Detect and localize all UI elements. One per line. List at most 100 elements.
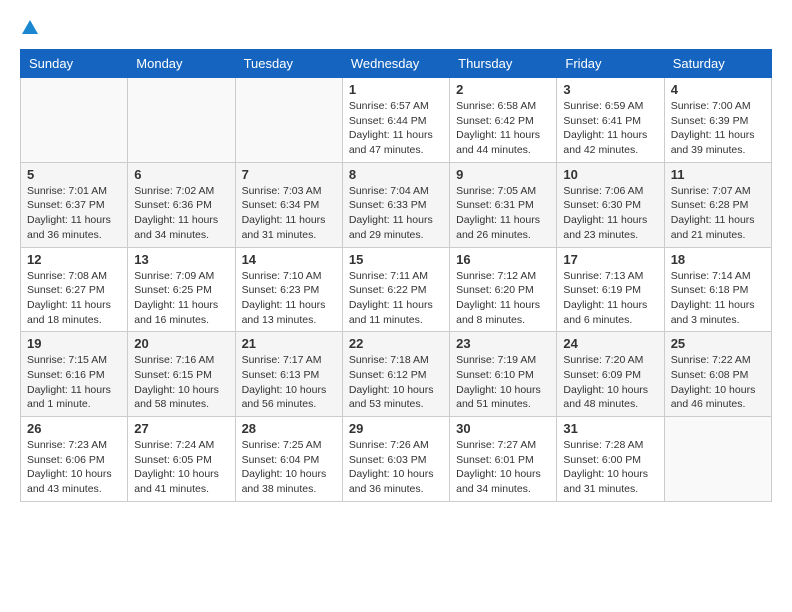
- day-number: 8: [349, 167, 443, 182]
- calendar-cell: 18 Sunrise: 7:14 AM Sunset: 6:18 PM Dayli…: [664, 247, 771, 332]
- calendar-cell: 4 Sunrise: 7:00 AM Sunset: 6:39 PM Daylig…: [664, 78, 771, 163]
- calendar-cell: 12Sunrise: 7:08 AM Sunset: 6:27 PM Dayli…: [21, 247, 128, 332]
- day-number: 7: [242, 167, 336, 182]
- day-info: Sunrise: 7:24 AM Sunset: 6:05 PM Dayligh…: [134, 438, 228, 497]
- calendar-cell: 25 Sunrise: 7:22 AM Sunset: 6:08 PM Dayli…: [664, 332, 771, 417]
- day-number: 1: [349, 82, 443, 97]
- calendar-cell: 29Sunrise: 7:26 AM Sunset: 6:03 PM Dayli…: [342, 417, 449, 502]
- day-info: Sunrise: 7:17 AM Sunset: 6:13 PM Dayligh…: [242, 353, 336, 412]
- day-info: Sunrise: 7:15 AM Sunset: 6:16 PM Dayligh…: [27, 353, 121, 412]
- day-number: 16: [456, 252, 550, 267]
- col-header-monday: Monday: [128, 50, 235, 78]
- day-number: 10: [563, 167, 657, 182]
- day-info: Sunrise: 7:10 AM Sunset: 6:23 PM Dayligh…: [242, 269, 336, 328]
- day-number: 23: [456, 336, 550, 351]
- day-info: Sunrise: 7:05 AM Sunset: 6:31 PM Dayligh…: [456, 184, 550, 243]
- calendar-week-2: 5 Sunrise: 7:01 AM Sunset: 6:37 PM Daylig…: [21, 162, 772, 247]
- calendar-cell: 15 Sunrise: 7:11 AM Sunset: 6:22 PM Dayli…: [342, 247, 449, 332]
- calendar-cell: 21Sunrise: 7:17 AM Sunset: 6:13 PM Dayli…: [235, 332, 342, 417]
- calendar-week-1: 1Sunrise: 6:57 AM Sunset: 6:44 PM Daylig…: [21, 78, 772, 163]
- day-info: Sunrise: 7:22 AM Sunset: 6:08 PM Dayligh…: [671, 353, 765, 412]
- calendar-cell: 3 Sunrise: 6:59 AM Sunset: 6:41 PM Daylig…: [557, 78, 664, 163]
- calendar-cell: 19 Sunrise: 7:15 AM Sunset: 6:16 PM Dayli…: [21, 332, 128, 417]
- day-number: 2: [456, 82, 550, 97]
- calendar-cell: 22 Sunrise: 7:18 AM Sunset: 6:12 PM Dayli…: [342, 332, 449, 417]
- calendar-week-3: 12Sunrise: 7:08 AM Sunset: 6:27 PM Dayli…: [21, 247, 772, 332]
- day-info: Sunrise: 7:26 AM Sunset: 6:03 PM Dayligh…: [349, 438, 443, 497]
- calendar-cell: 5 Sunrise: 7:01 AM Sunset: 6:37 PM Daylig…: [21, 162, 128, 247]
- calendar-week-5: 26 Sunrise: 7:23 AM Sunset: 6:06 PM Dayli…: [21, 417, 772, 502]
- day-number: 22: [349, 336, 443, 351]
- day-number: 18: [671, 252, 765, 267]
- day-number: 14: [242, 252, 336, 267]
- col-header-thursday: Thursday: [450, 50, 557, 78]
- col-header-sunday: Sunday: [21, 50, 128, 78]
- day-number: 11: [671, 167, 765, 182]
- day-info: Sunrise: 7:13 AM Sunset: 6:19 PM Dayligh…: [563, 269, 657, 328]
- day-info: Sunrise: 7:06 AM Sunset: 6:30 PM Dayligh…: [563, 184, 657, 243]
- col-header-saturday: Saturday: [664, 50, 771, 78]
- day-number: 4: [671, 82, 765, 97]
- day-info: Sunrise: 7:03 AM Sunset: 6:34 PM Dayligh…: [242, 184, 336, 243]
- calendar-cell: [235, 78, 342, 163]
- day-info: Sunrise: 7:04 AM Sunset: 6:33 PM Dayligh…: [349, 184, 443, 243]
- day-number: 12: [27, 252, 121, 267]
- calendar-cell: [128, 78, 235, 163]
- day-number: 3: [563, 82, 657, 97]
- day-info: Sunrise: 7:18 AM Sunset: 6:12 PM Dayligh…: [349, 353, 443, 412]
- day-info: Sunrise: 7:20 AM Sunset: 6:09 PM Dayligh…: [563, 353, 657, 412]
- day-number: 19: [27, 336, 121, 351]
- day-number: 15: [349, 252, 443, 267]
- day-number: 24: [563, 336, 657, 351]
- day-info: Sunrise: 7:00 AM Sunset: 6:39 PM Dayligh…: [671, 99, 765, 158]
- day-number: 25: [671, 336, 765, 351]
- day-info: Sunrise: 7:19 AM Sunset: 6:10 PM Dayligh…: [456, 353, 550, 412]
- day-number: 27: [134, 421, 228, 436]
- day-info: Sunrise: 7:23 AM Sunset: 6:06 PM Dayligh…: [27, 438, 121, 497]
- day-number: 6: [134, 167, 228, 182]
- day-info: Sunrise: 7:16 AM Sunset: 6:15 PM Dayligh…: [134, 353, 228, 412]
- day-info: Sunrise: 7:07 AM Sunset: 6:28 PM Dayligh…: [671, 184, 765, 243]
- day-info: Sunrise: 7:01 AM Sunset: 6:37 PM Dayligh…: [27, 184, 121, 243]
- calendar-cell: 9 Sunrise: 7:05 AM Sunset: 6:31 PM Daylig…: [450, 162, 557, 247]
- logo-bird-icon: [22, 20, 38, 34]
- calendar-cell: [664, 417, 771, 502]
- calendar-body: 1Sunrise: 6:57 AM Sunset: 6:44 PM Daylig…: [21, 78, 772, 502]
- day-info: Sunrise: 7:14 AM Sunset: 6:18 PM Dayligh…: [671, 269, 765, 328]
- calendar-cell: 30 Sunrise: 7:27 AM Sunset: 6:01 PM Dayli…: [450, 417, 557, 502]
- calendar-cell: 2 Sunrise: 6:58 AM Sunset: 6:42 PM Daylig…: [450, 78, 557, 163]
- calendar-week-4: 19 Sunrise: 7:15 AM Sunset: 6:16 PM Dayli…: [21, 332, 772, 417]
- day-info: Sunrise: 6:59 AM Sunset: 6:41 PM Dayligh…: [563, 99, 657, 158]
- day-number: 26: [27, 421, 121, 436]
- calendar-cell: 13Sunrise: 7:09 AM Sunset: 6:25 PM Dayli…: [128, 247, 235, 332]
- day-info: Sunrise: 7:11 AM Sunset: 6:22 PM Dayligh…: [349, 269, 443, 328]
- calendar-cell: 23 Sunrise: 7:19 AM Sunset: 6:10 PM Dayli…: [450, 332, 557, 417]
- page-header: [20, 20, 772, 39]
- day-number: 5: [27, 167, 121, 182]
- day-number: 30: [456, 421, 550, 436]
- calendar-cell: 31 Sunrise: 7:28 AM Sunset: 6:00 PM Dayli…: [557, 417, 664, 502]
- calendar-cell: 10 Sunrise: 7:06 AM Sunset: 6:30 PM Dayli…: [557, 162, 664, 247]
- day-info: Sunrise: 7:25 AM Sunset: 6:04 PM Dayligh…: [242, 438, 336, 497]
- calendar-cell: 6Sunrise: 7:02 AM Sunset: 6:36 PM Daylig…: [128, 162, 235, 247]
- logo: [20, 20, 38, 39]
- day-info: Sunrise: 7:27 AM Sunset: 6:01 PM Dayligh…: [456, 438, 550, 497]
- calendar-cell: 7 Sunrise: 7:03 AM Sunset: 6:34 PM Daylig…: [235, 162, 342, 247]
- calendar-header-row: SundayMondayTuesdayWednesdayThursdayFrid…: [21, 50, 772, 78]
- calendar-cell: 8 Sunrise: 7:04 AM Sunset: 6:33 PM Daylig…: [342, 162, 449, 247]
- calendar-cell: 28Sunrise: 7:25 AM Sunset: 6:04 PM Dayli…: [235, 417, 342, 502]
- calendar-cell: 17 Sunrise: 7:13 AM Sunset: 6:19 PM Dayli…: [557, 247, 664, 332]
- col-header-tuesday: Tuesday: [235, 50, 342, 78]
- day-number: 31: [563, 421, 657, 436]
- day-number: 20: [134, 336, 228, 351]
- day-info: Sunrise: 7:28 AM Sunset: 6:00 PM Dayligh…: [563, 438, 657, 497]
- day-info: Sunrise: 6:58 AM Sunset: 6:42 PM Dayligh…: [456, 99, 550, 158]
- col-header-wednesday: Wednesday: [342, 50, 449, 78]
- calendar-cell: 27 Sunrise: 7:24 AM Sunset: 6:05 PM Dayli…: [128, 417, 235, 502]
- calendar-cell: 16 Sunrise: 7:12 AM Sunset: 6:20 PM Dayli…: [450, 247, 557, 332]
- calendar-cell: 20 Sunrise: 7:16 AM Sunset: 6:15 PM Dayli…: [128, 332, 235, 417]
- day-number: 17: [563, 252, 657, 267]
- day-number: 9: [456, 167, 550, 182]
- day-info: Sunrise: 7:12 AM Sunset: 6:20 PM Dayligh…: [456, 269, 550, 328]
- day-number: 13: [134, 252, 228, 267]
